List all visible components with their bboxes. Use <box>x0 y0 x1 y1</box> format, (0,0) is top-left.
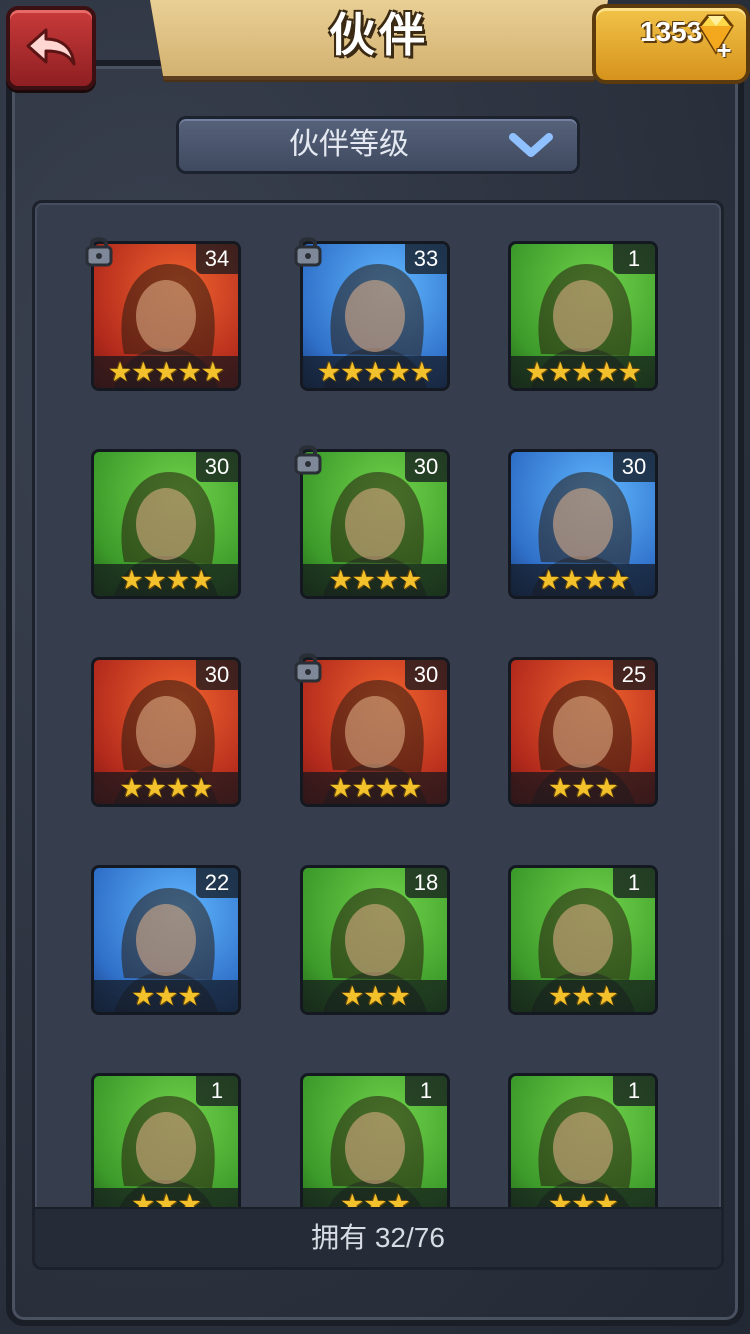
hero-card[interactable]: 25 ★★★ <box>508 657 658 807</box>
page-title: 伙伴 <box>329 9 429 61</box>
owned-count-bar: 拥有 32/76 <box>35 1207 721 1267</box>
hero-card[interactable]: 1 ★★★ <box>508 1073 658 1213</box>
lock-icon <box>294 445 322 475</box>
back-arrow-icon <box>26 28 76 66</box>
hero-level: 33 <box>405 244 447 274</box>
hero-level: 1 <box>196 1076 238 1106</box>
hero-star-rating: ★★★★ <box>94 564 238 596</box>
hero-star-rating: ★★★★ <box>303 772 447 804</box>
back-button[interactable] <box>6 6 96 90</box>
hero-level: 18 <box>405 868 447 898</box>
hero-card[interactable]: 30 ★★★★ <box>91 657 241 807</box>
hero-star-rating: ★★★ <box>511 772 655 804</box>
sort-dropdown[interactable]: 伙伴等级 <box>176 116 580 174</box>
lock-icon <box>294 237 322 267</box>
hero-level: 22 <box>196 868 238 898</box>
hero-star-rating: ★★★★ <box>303 564 447 596</box>
hero-level: 30 <box>196 660 238 690</box>
hero-card[interactable]: 30 ★★★★ <box>91 449 241 599</box>
hero-list-panel: 34 ★★★★★ 33 ★★★★★ 1 ★★★★★ 30 ★★★★ 30 ★★★★ 30 ★★★★ 30… <box>32 200 724 1270</box>
hero-card[interactable]: 1 ★★★★★ <box>508 241 658 391</box>
hero-star-rating: ★★★ <box>511 980 655 1012</box>
hero-level: 25 <box>613 660 655 690</box>
hero-level: 1 <box>613 244 655 274</box>
hero-star-rating: ★★★★ <box>511 564 655 596</box>
hero-star-rating: ★★★★★ <box>511 356 655 388</box>
hero-card[interactable]: 1 ★★★ <box>91 1073 241 1213</box>
hero-card[interactable]: 1 ★★★ <box>300 1073 450 1213</box>
hero-level: 30 <box>196 452 238 482</box>
hero-card[interactable]: 22 ★★★ <box>91 865 241 1015</box>
hero-star-rating: ★★★★★ <box>303 356 447 388</box>
chevron-down-icon <box>509 133 553 157</box>
lock-icon <box>294 653 322 683</box>
hero-card[interactable]: 1 ★★★ <box>508 865 658 1015</box>
hero-star-rating: ★★★ <box>94 980 238 1012</box>
hero-card[interactable]: 18 ★★★ <box>300 865 450 1015</box>
hero-level: 34 <box>196 244 238 274</box>
hero-star-rating: ★★★★★ <box>94 356 238 388</box>
hero-level: 1 <box>613 868 655 898</box>
hero-level: 1 <box>405 1076 447 1106</box>
hero-card[interactable]: 30 ★★★★ <box>508 449 658 599</box>
add-gems-plus-icon[interactable]: + <box>712 37 736 63</box>
hero-star-rating: ★★★★ <box>94 772 238 804</box>
hero-star-rating: ★★★ <box>303 980 447 1012</box>
hero-level: 1 <box>613 1076 655 1106</box>
lock-icon <box>85 237 113 267</box>
hero-level: 30 <box>613 452 655 482</box>
hero-level: 30 <box>405 452 447 482</box>
hero-level: 30 <box>405 660 447 690</box>
hero-grid[interactable]: 34 ★★★★★ 33 ★★★★★ 1 ★★★★★ 30 ★★★★ 30 ★★★★ 30 ★★★★ 30… <box>35 203 721 1213</box>
sort-dropdown-label: 伙伴等级 <box>289 128 409 161</box>
